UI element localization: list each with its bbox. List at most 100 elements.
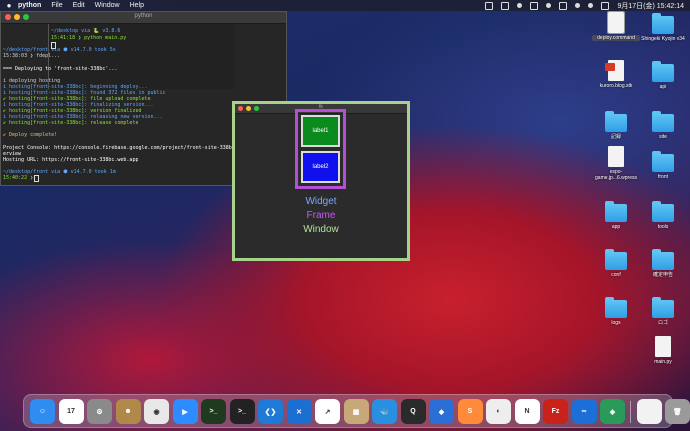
badge-icon (605, 63, 615, 71)
infinity-icon[interactable]: ∞ (571, 399, 597, 424)
terminal-title: python (134, 13, 153, 19)
desktop-item-label: deploy.command (592, 35, 640, 41)
archive-icon[interactable]: ▦ (343, 399, 369, 424)
quicktime-icon[interactable]: Q (400, 399, 426, 424)
activity-icon[interactable]: ↗ (315, 399, 340, 424)
filezilla-icon[interactable]: Fz (543, 399, 568, 424)
folder-icon (605, 297, 627, 318)
folder-icon (652, 201, 674, 222)
menubar: ● python File Edit Window Help 9月17日(金) … (0, 0, 690, 11)
folder-icon (652, 13, 674, 34)
vscode-icon[interactable]: ❮❯ (258, 399, 283, 424)
folder-icon (605, 111, 627, 132)
menu-help[interactable]: Help (130, 2, 144, 9)
desktop-folder[interactable]: tools (639, 200, 687, 230)
chrome-icon[interactable]: ◉ (144, 399, 169, 424)
desktop-item-label: front (657, 174, 668, 180)
terminal-line: 15:38:03 ❯ fdepl... (3, 53, 61, 59)
status-icon-3[interactable] (517, 3, 523, 8)
terminal-line: ✔ hosting[front-site-338bc]: release com… (3, 120, 139, 126)
desktop-item-label: logs (611, 320, 621, 326)
desktop-file[interactable]: kuroro.blog.stk (592, 60, 640, 89)
menu-edit[interactable]: Edit (73, 2, 85, 9)
menu-file[interactable]: File (51, 2, 62, 9)
folder-icon (652, 61, 674, 82)
desktop-folder[interactable]: app (592, 200, 640, 230)
wifi-icon[interactable] (575, 3, 581, 8)
folder-icon (605, 249, 627, 270)
contacts-icon[interactable]: ☻ (115, 399, 141, 424)
preview-icon[interactable]: ◐ (486, 399, 511, 424)
legend-frame: Frame (306, 210, 336, 221)
document-icon (605, 60, 624, 81)
desktop-folder[interactable]: api (639, 60, 687, 90)
terminal-line: Project Console: https://console.firebas… (3, 145, 241, 151)
status-icon-4[interactable] (530, 1, 539, 10)
tk-frame: label1 label2 (295, 109, 346, 189)
sourcetree-icon[interactable]: ◆ (429, 399, 454, 424)
docker-icon[interactable]: 🐳 (372, 399, 397, 424)
search-icon[interactable] (588, 3, 594, 8)
desktop-item-label: Shingeki Kyojin v34 (641, 36, 685, 42)
cube-icon[interactable]: ◈ (600, 399, 625, 424)
document-icon (655, 336, 671, 357)
folder-icon (652, 151, 674, 172)
system-preferences-icon[interactable]: ⚙ (87, 399, 112, 424)
terminal-titlebar[interactable]: python (1, 12, 286, 24)
desktop-folder[interactable]: logs (592, 296, 640, 326)
desktop-file[interactable]: main.py (639, 336, 687, 365)
dock: ☺ 17 ⚙ ☻ ◉ ▶ >_ >_ ❮❯ ✕ ↗ ▦ 🐳 Q ◆ S ◐ N Fz ∞ ◈ 🗑 (23, 394, 690, 428)
trash-icon[interactable]: 🗑 (665, 399, 690, 424)
label1-widget: label1 (301, 115, 340, 147)
battery-icon[interactable] (559, 1, 568, 10)
status-icon-2[interactable] (501, 1, 510, 10)
apple-menu-icon[interactable]: ● (0, 1, 18, 10)
desktop-folder[interactable]: ロゴ (639, 296, 687, 326)
terminal-line: 15:41:18 ❯ python main.py (51, 35, 127, 41)
status-icon-1[interactable] (485, 1, 494, 10)
desktop-item-label: 確定申告 (652, 272, 673, 278)
desktop-item-label: kuroro.blog.stk (599, 83, 633, 89)
desktop-item-label: ロゴ (657, 320, 668, 326)
desktop-item-label: app (611, 224, 621, 230)
legend-window: Window (303, 224, 339, 235)
documents-icon[interactable] (636, 399, 662, 424)
document-icon (608, 146, 624, 167)
menubar-clock[interactable]: 9月17日(金) 15:42:14 (617, 1, 684, 11)
sublime-icon[interactable]: S (457, 399, 483, 424)
zoom-icon[interactable]: ▶ (172, 399, 198, 424)
desktop-folder[interactable]: Shingeki Kyojin v34 (639, 12, 687, 42)
desktop-folder[interactable]: front (639, 150, 687, 180)
notion-icon[interactable]: N (514, 399, 540, 424)
folder-icon (652, 111, 674, 132)
tk-window[interactable]: tk label1 label2 Widget Frame Window (232, 101, 410, 261)
desktop-file[interactable]: espo-game.jp...6.wpress (592, 146, 640, 181)
terminal-cursor (34, 175, 39, 182)
desktop-folder[interactable]: conf (592, 248, 640, 278)
control-center-icon[interactable] (601, 1, 610, 10)
terminal2-icon[interactable]: >_ (229, 399, 255, 424)
dock-separator (629, 401, 631, 423)
terminal-line: 15:40:22 ❯ (3, 175, 34, 181)
terminal-icon[interactable]: >_ (201, 399, 226, 424)
status-icon-5[interactable] (546, 3, 552, 8)
calendar-icon[interactable]: 17 (58, 399, 84, 424)
folder-icon (652, 297, 674, 318)
desktop-item-label: main.py (654, 359, 672, 365)
desktop-item-label: conf (611, 272, 621, 278)
desktop-file[interactable]: deploy.command (592, 11, 640, 41)
desktop-folder[interactable]: 確定申告 (639, 248, 687, 278)
menu-window[interactable]: Window (95, 2, 120, 9)
desktop-item-label: api (659, 84, 667, 90)
desktop-item-label: tools (657, 224, 669, 230)
desktop-item-label: site (659, 134, 667, 140)
desktop-folder[interactable]: 記録 (592, 110, 640, 140)
status-area: 9月17日(金) 15:42:14 (485, 0, 684, 11)
desktop-folder[interactable]: site (639, 110, 687, 140)
xcode-icon[interactable]: ✕ (286, 399, 312, 424)
finder-icon[interactable]: ☺ (30, 399, 55, 424)
folder-icon (652, 249, 674, 270)
desktop-item-label: espo-game.jp...6.wpress (595, 169, 637, 181)
terminal-line: ~/desktop via 🐍 v3.8.6 (51, 28, 121, 34)
menu-app-python[interactable]: python (18, 2, 41, 9)
